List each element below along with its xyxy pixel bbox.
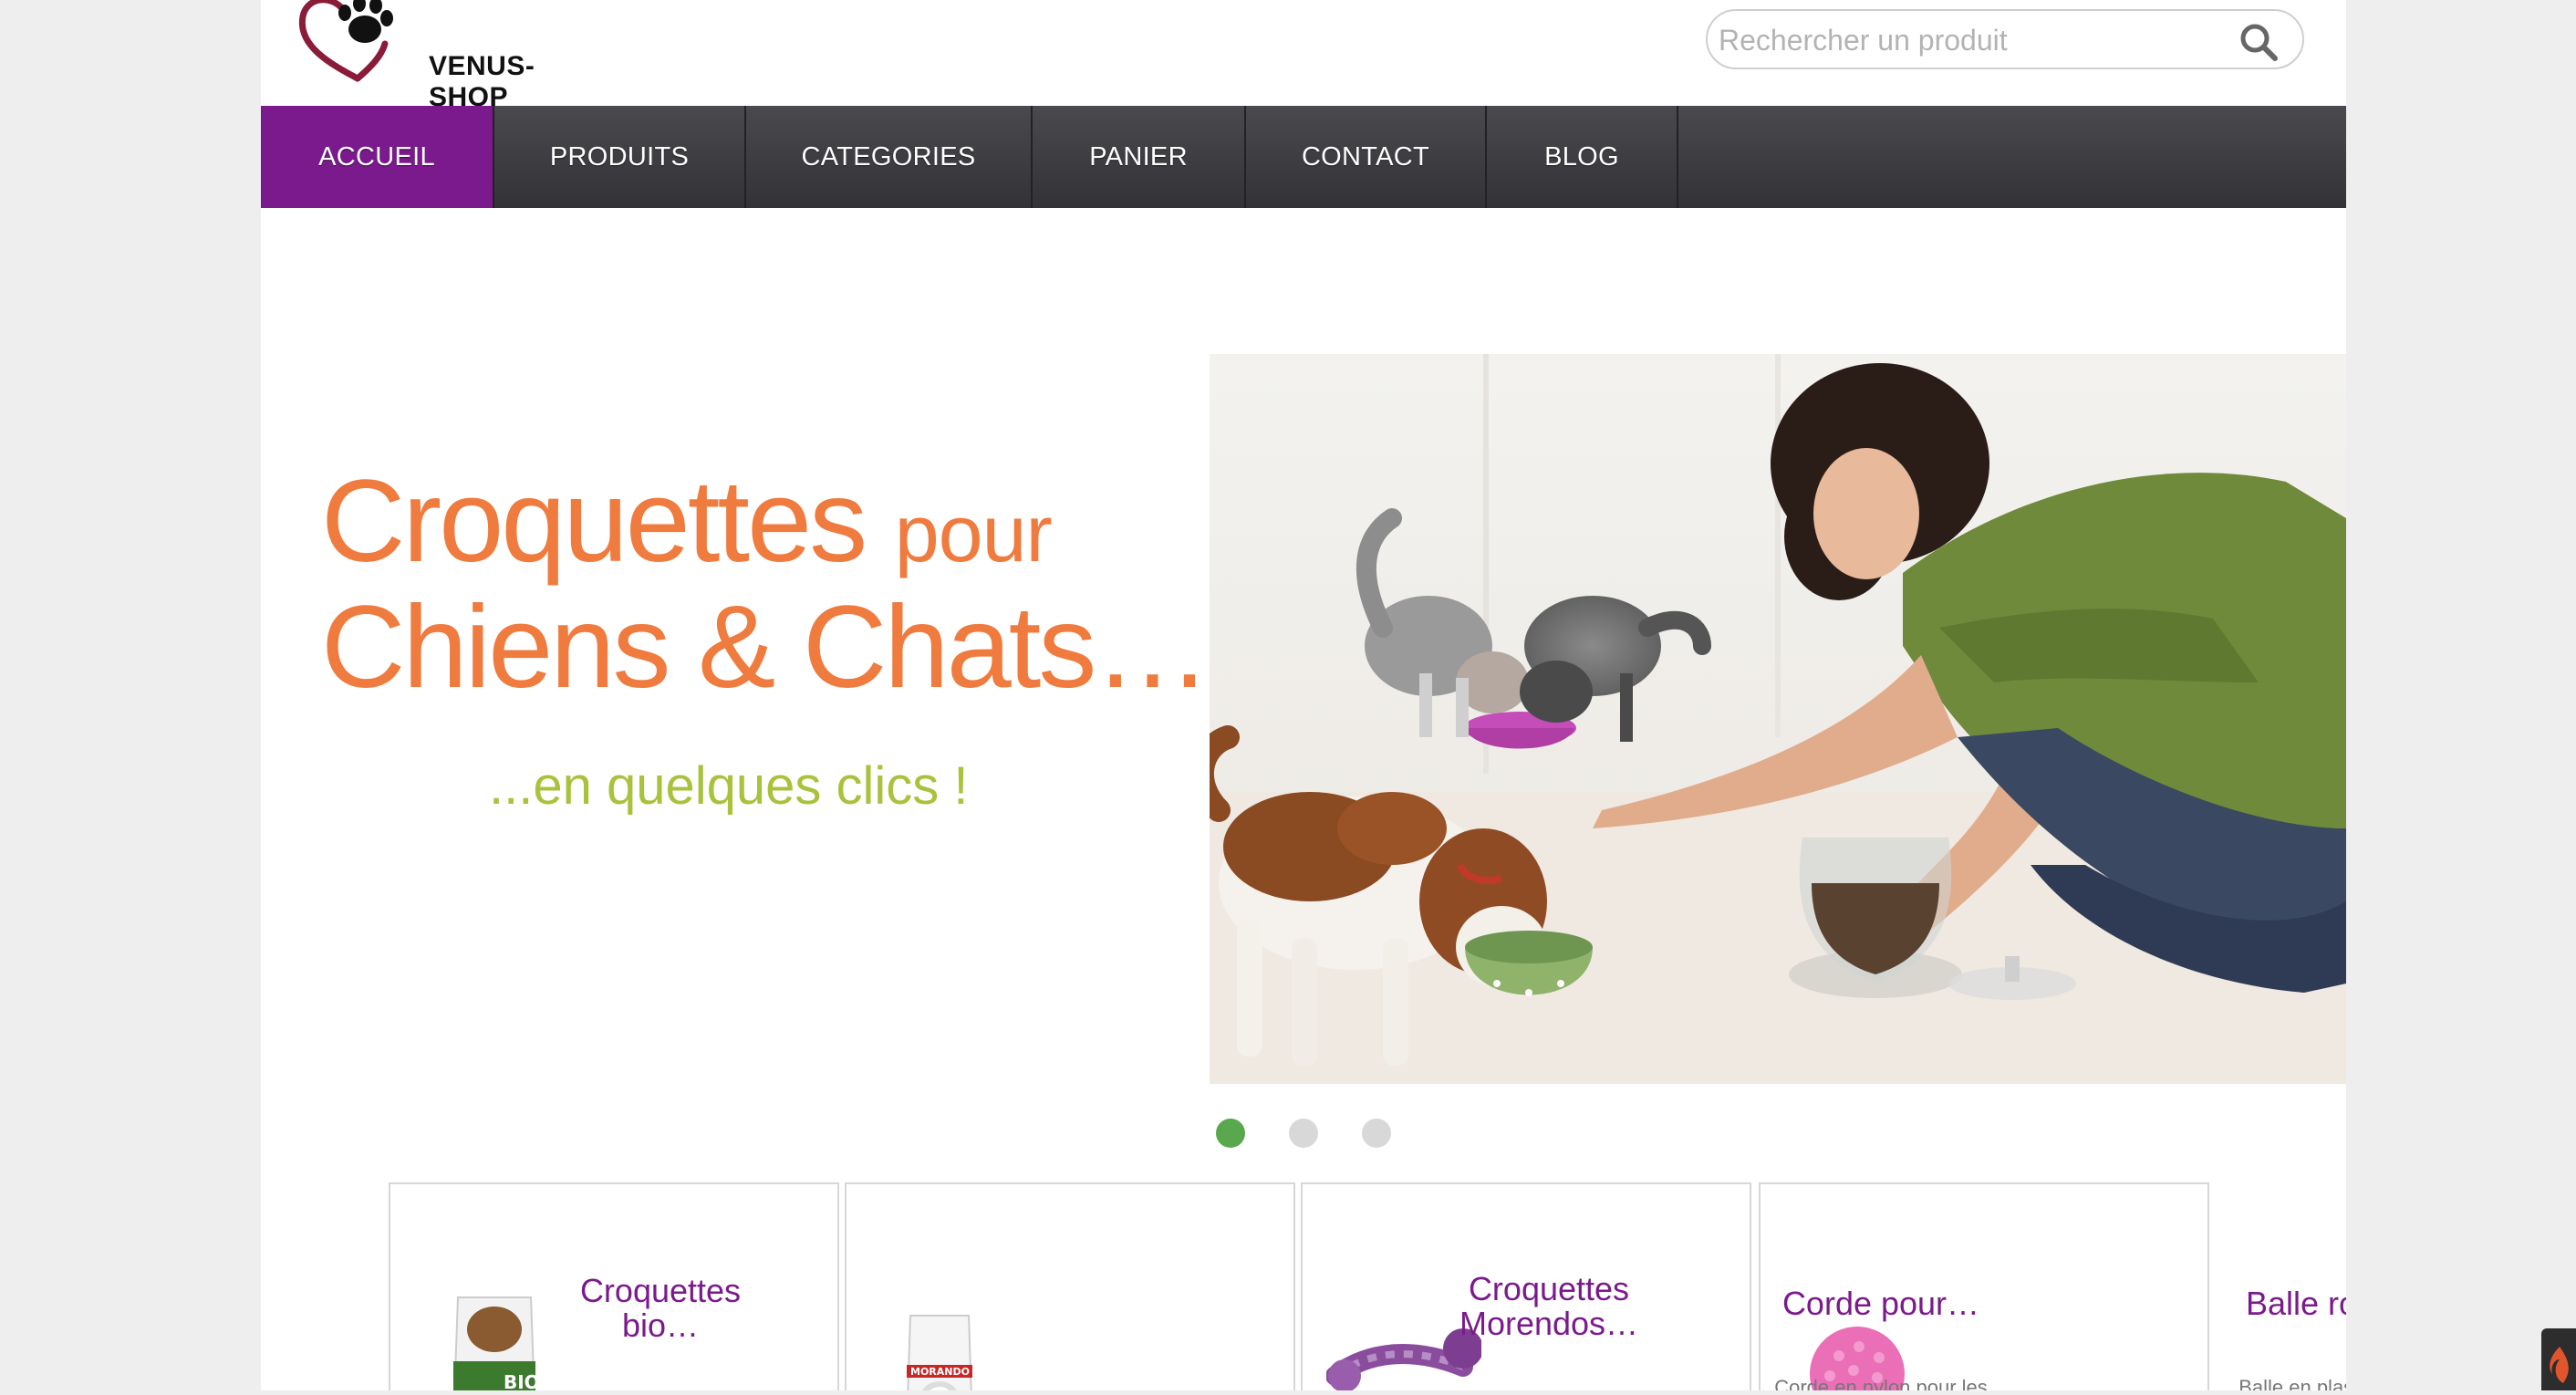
slide-photo-pets [1190, 354, 2346, 1084]
headline-word-croquettes: Croquettes [321, 456, 867, 587]
slide-tagline: ...en quelques clics ! [489, 756, 969, 816]
search-input[interactable] [1717, 18, 2231, 62]
product-title-line-2: Morendos… [1459, 1304, 1639, 1342]
product-title-line-2: bio… [621, 1306, 700, 1344]
nav-item-blog[interactable]: BLOG [1487, 106, 1678, 208]
headline-line-2: Chiens & Chats… [321, 582, 1210, 713]
floating-widget-button[interactable] [2541, 1328, 2576, 1390]
hero-slider: Croquettes pour Chiens & Chats… ...en qu… [261, 208, 2346, 1120]
slide-text-panel: Croquettes pour Chiens & Chats… ...en qu… [261, 354, 1210, 1084]
product-title-line-1: Croquettes [579, 1272, 742, 1309]
slider-pagination [261, 1119, 2346, 1148]
product-title: Croquettes Morendos… [1412, 1272, 1686, 1341]
main-nav: ACCUEIL PRODUITS CATEGORIES PANIER CONTA… [261, 106, 2346, 208]
nav-item-categories[interactable]: CATEGORIES [746, 106, 1033, 208]
product-image-croquettes-morendos: MORANDO [907, 1315, 972, 1390]
product-title: Balle rose… [2245, 1285, 2346, 1322]
package-label-morando: MORANDO [910, 1366, 970, 1378]
flame-icon [2550, 1347, 2569, 1383]
nav-item-panier[interactable]: PANIER [1033, 106, 1246, 208]
slider-dot-2[interactable] [1289, 1119, 1318, 1148]
package-label-bio: BIO [504, 1371, 540, 1390]
product-description: Corde en nylon pour les [1774, 1376, 1988, 1390]
product-card[interactable]: BIO Croquettes bio… [389, 1182, 839, 1390]
nav-item-contact[interactable]: CONTACT [1246, 106, 1487, 208]
woman-feeding-pets-illustration [1190, 354, 2346, 1084]
search-button[interactable] [2238, 22, 2279, 62]
product-description: Balle en plastique dur [2238, 1376, 2346, 1390]
product-title: Corde pour… [1781, 1285, 1980, 1322]
site-logo[interactable]: VENUS-SHOP [294, 0, 604, 112]
page-container: VENUS-SHOP ACCUEIL PRODUITS CATEGORIES P… [261, 0, 2346, 1390]
product-title-line-1: Croquettes [1468, 1270, 1630, 1307]
search-box [1706, 9, 2304, 69]
nav-item-produits[interactable]: PRODUITS [494, 106, 746, 208]
product-card[interactable]: MORANDO [845, 1182, 1295, 1390]
headline-word-pour: pour [894, 488, 1053, 578]
nav-item-accueil[interactable]: ACCUEIL [261, 106, 494, 208]
product-title: Croquettes bio… [524, 1274, 797, 1343]
slide-headline: Croquettes pour Chiens & Chats… [321, 463, 1210, 713]
slider-dot-3[interactable] [1362, 1119, 1391, 1148]
brand-name: VENUS-SHOP [429, 51, 535, 112]
search-icon [2240, 24, 2278, 61]
slider-dot-1[interactable] [1216, 1119, 1245, 1148]
heart-paw-logo-icon [298, 0, 393, 82]
